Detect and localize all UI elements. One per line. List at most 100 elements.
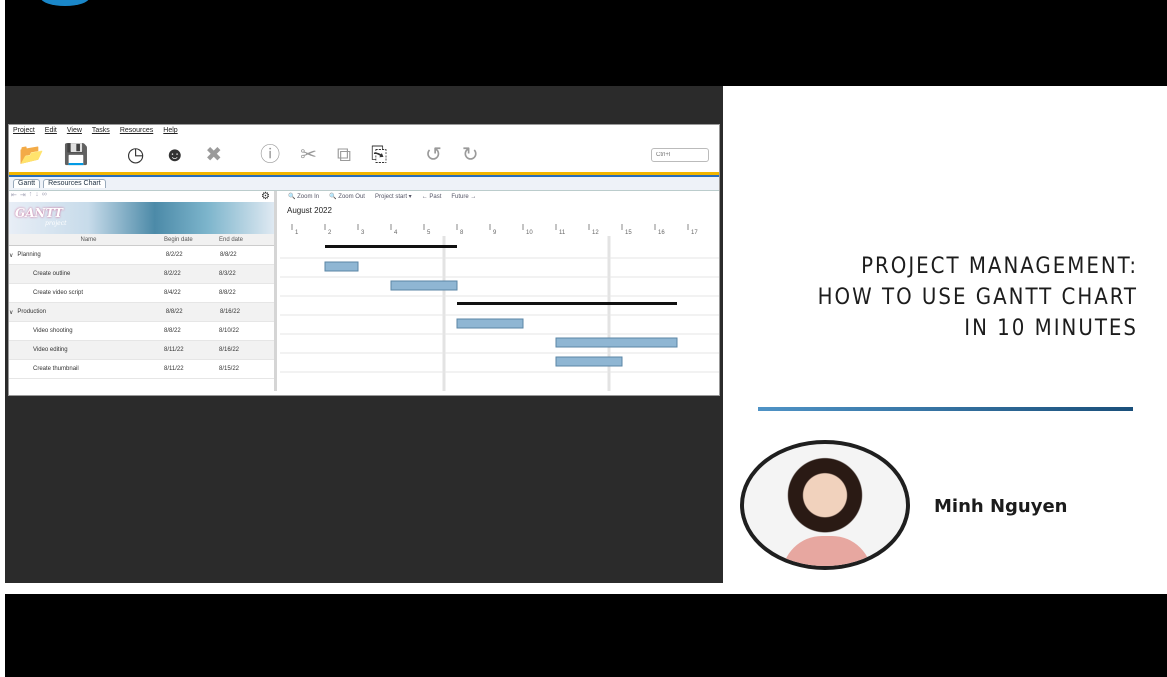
day-tick-label: 15	[625, 230, 632, 236]
task-begin-date: 8/11/22	[164, 347, 184, 353]
task-name: Video editing	[33, 347, 68, 353]
link-icon[interactable]: ∞	[42, 191, 47, 202]
move-up-icon[interactable]: ↑	[29, 191, 33, 202]
tab-gantt[interactable]: Gantt	[13, 179, 41, 188]
timeline-month: August 2022	[287, 206, 332, 215]
task-end-date: 8/8/22	[219, 290, 236, 296]
clock-icon[interactable]: ◷	[127, 145, 144, 165]
task-name: Create outline	[33, 271, 71, 277]
gantt-body: ⇤ ⇥ ↑ ↓ ∞ ⚙ GANTT project Name Begin dat…	[9, 191, 719, 391]
main-toolbar: 📂 💾 ◷ ☻ ✖ ⓘ ✂ ⧉ ⎘ ↺ ↻	[9, 138, 719, 172]
zoom-out-button[interactable]: 🔍 Zoom Out	[329, 193, 365, 200]
author-name: Minh Nguyen	[934, 496, 1068, 517]
table-row[interactable]: Video shooting 8/8/22 8/10/22	[9, 322, 274, 341]
table-row[interactable]: ∨ Planning 8/2/22 8/8/22	[9, 246, 274, 265]
task-table: ⇤ ⇥ ↑ ↓ ∞ ⚙ GANTT project Name Begin dat…	[9, 191, 277, 391]
cut-icon[interactable]: ✂	[300, 145, 317, 165]
outdent-icon[interactable]: ⇥	[20, 191, 26, 202]
info-icon[interactable]: ⓘ	[260, 145, 280, 165]
save-icon[interactable]: 💾	[64, 145, 89, 165]
task-name: Planning	[17, 252, 41, 258]
table-row[interactable]: Create thumbnail 8/11/22 8/15/22	[9, 360, 274, 379]
task-begin-date: 8/2/22	[164, 271, 181, 277]
project-start-label: Project start	[374, 194, 407, 200]
day-tick-label: 9	[493, 230, 497, 236]
task-name: Create thumbnail	[33, 366, 79, 372]
future-button[interactable]: Future →	[451, 194, 476, 200]
day-tick-label: 2	[328, 230, 332, 236]
day-tick-label: 12	[592, 230, 599, 236]
gear-icon[interactable]: ⚙	[261, 191, 270, 202]
day-tick-label: 16	[658, 230, 665, 236]
table-row[interactable]: Create outline 8/2/22 8/3/22	[9, 265, 274, 284]
day-tick-label: 5	[427, 230, 431, 236]
task-end-date: 8/16/22	[219, 309, 240, 315]
gantt-chart: 🔍 Zoom In 🔍 Zoom Out Project start ▾ ← P…	[280, 191, 719, 391]
summary-bar[interactable]	[457, 302, 677, 305]
table-row[interactable]: ∨ Production 8/8/22 8/16/22	[9, 303, 274, 322]
menu-project[interactable]: Project	[13, 127, 35, 136]
column-end-date[interactable]: End date	[219, 237, 274, 243]
search-input[interactable]	[651, 148, 709, 162]
paste-icon[interactable]: ⎘	[371, 145, 387, 165]
day-tick-label: 1	[295, 230, 299, 236]
task-name: Video shooting	[33, 328, 73, 334]
bottom-letterbox	[5, 594, 1167, 677]
chart-toolbar: 🔍 Zoom In 🔍 Zoom Out Project start ▾ ← P…	[280, 191, 719, 202]
title-line-1: PROJECT MANAGEMENT:	[861, 254, 1138, 279]
redo-icon[interactable]: ↻	[462, 145, 479, 165]
day-tick-label: 3	[361, 230, 365, 236]
author-avatar	[740, 440, 910, 570]
close-icon[interactable]: ✖	[205, 145, 222, 165]
project-banner: GANTT project	[9, 202, 274, 234]
task-rows: ∨ Planning 8/2/22 8/8/22 Create outline 8/2/…	[9, 246, 274, 379]
day-tick-label: 10	[526, 230, 533, 236]
column-begin-date[interactable]: Begin date	[164, 237, 219, 243]
task-bar[interactable]	[456, 318, 524, 329]
zoom-in-label: Zoom In	[297, 194, 320, 200]
menu-tasks[interactable]: Tasks	[92, 127, 110, 136]
project-start-dropdown[interactable]: Project start ▾	[375, 193, 412, 200]
task-end-date: 8/3/22	[219, 271, 236, 277]
day-tick-label: 8	[460, 230, 464, 236]
task-bar[interactable]	[555, 337, 678, 348]
menu-view[interactable]: View	[67, 127, 82, 136]
task-bar[interactable]	[390, 280, 458, 291]
copy-icon[interactable]: ⧉	[337, 145, 351, 165]
day-tick-label: 4	[394, 230, 398, 236]
task-end-date: 8/16/22	[219, 347, 240, 353]
task-begin-date: 8/4/22	[164, 290, 181, 296]
move-down-icon[interactable]: ↓	[35, 191, 39, 202]
task-bar[interactable]	[324, 261, 359, 272]
avatar-shirt	[782, 536, 872, 566]
menu-resources[interactable]: Resources	[120, 127, 153, 136]
top-letterbox	[5, 0, 1167, 86]
channel-logo-icon	[41, 0, 89, 6]
indent-icon[interactable]: ⇤	[11, 191, 17, 202]
zoom-in-button[interactable]: 🔍 Zoom In	[288, 193, 319, 200]
video-title: PROJECT MANAGEMENT: HOW TO USE GANTT CHA…	[734, 251, 1138, 344]
folder-open-icon[interactable]: 📂	[19, 145, 44, 165]
view-tabs: Gantt Resources Chart	[9, 177, 719, 191]
column-name[interactable]: Name	[9, 237, 164, 243]
day-tick-label: 17	[691, 230, 698, 236]
menu-edit[interactable]: Edit	[45, 127, 57, 136]
title-line-3: IN 10 MINUTES	[964, 316, 1138, 341]
past-button[interactable]: ← Past	[422, 194, 442, 200]
menu-bar: Project Edit View Tasks Resources Help	[9, 125, 719, 138]
task-table-tools: ⇤ ⇥ ↑ ↓ ∞ ⚙	[9, 191, 274, 202]
ganttproject-window: Project Edit View Tasks Resources Help 📂…	[8, 124, 720, 396]
task-name: Production	[17, 309, 47, 315]
menu-help[interactable]: Help	[163, 127, 177, 136]
user-icon[interactable]: ☻	[164, 145, 185, 165]
table-header: Name Begin date End date	[9, 234, 274, 246]
summary-bar[interactable]	[325, 245, 457, 248]
task-begin-date: 8/8/22	[164, 328, 181, 334]
title-divider	[758, 407, 1133, 411]
undo-icon[interactable]: ↺	[425, 145, 442, 165]
task-bar[interactable]	[555, 356, 623, 367]
banner-title: GANTT	[15, 206, 63, 220]
table-row[interactable]: Video editing 8/11/22 8/16/22	[9, 341, 274, 360]
tab-resources-chart[interactable]: Resources Chart	[43, 179, 106, 188]
table-row[interactable]: Create video script 8/4/22 8/8/22	[9, 284, 274, 303]
